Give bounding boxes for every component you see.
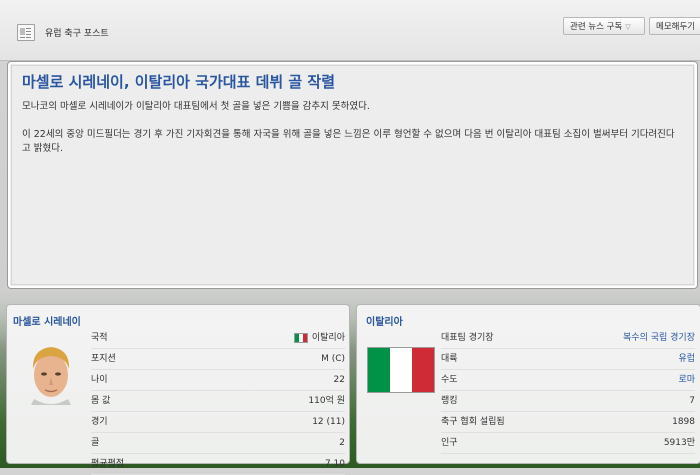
info-row: 국적 이탈리아 [91, 328, 345, 349]
info-value: 5913만 [664, 433, 695, 453]
player-info-list: 국적 이탈리아 포지션 M (C) 나이 22 몸 값 110억 원 경기 12 (11) 골 2 평균… [91, 328, 345, 475]
info-value: 이탈리아 [293, 328, 345, 348]
chevron-down-icon: ▽ [625, 23, 631, 31]
info-value-text: 복수의 국립 경기장 [623, 333, 695, 343]
info-label: 수도 [441, 375, 458, 385]
info-label: 포지션 [91, 354, 116, 364]
nation-name-link[interactable]: 이탈리아 [366, 313, 403, 328]
info-label: 평균평점 [91, 459, 125, 469]
info-value: 110억 원 [308, 391, 345, 411]
info-label: 대륙 [441, 354, 458, 364]
page-title: 유럽 축구 포스트 [45, 29, 109, 39]
related-news-label: 관련 뉴스 구독 [570, 22, 623, 32]
memo-button[interactable]: 메모해두기 [649, 17, 700, 35]
info-value-text: 12 (11) [312, 417, 345, 427]
info-value-text: 2 [339, 438, 345, 448]
info-row: 랭킹 7 [441, 391, 695, 412]
article-paragraph: 이 22세의 중앙 미드필더는 경기 후 가진 기자회견을 통해 자국을 위해 … [22, 129, 675, 154]
info-row: 골2 [91, 433, 345, 454]
info-value-text: 22 [333, 375, 345, 385]
info-value-text: 5913만 [663, 438, 695, 448]
info-value[interactable]: 유럽 [678, 349, 695, 369]
info-row: 대표팀 경기장 복수의 국립 경기장 [441, 328, 695, 349]
info-value: 1898 [672, 412, 695, 432]
info-value-text: M (C) [321, 354, 345, 364]
info-value-text: 110억 원 [308, 396, 345, 406]
info-label: 축구 협회 설립됨 [441, 417, 505, 427]
info-row: 수도 로마 [441, 370, 695, 391]
info-row: 축구 협회 설립됨 1898 [441, 412, 695, 433]
article-body: 마셀로 시레네이, 이탈리아 국가대표 데뷔 골 작렬 모나코의 마셀로 시레네… [11, 65, 694, 285]
info-row: 몸 값 110억 원 [91, 391, 345, 412]
player-name-link[interactable]: 마셀로 시레네이 [13, 313, 81, 328]
info-value: 22 [334, 370, 345, 390]
info-label: 경기 [91, 417, 108, 427]
related-news-button[interactable]: 관련 뉴스 구독 ▽ [563, 17, 645, 35]
info-value: 7 [689, 391, 695, 411]
header-bar: 유럽 축구 포스트 관련 뉴스 구독 ▽ 메모해두기 [0, 0, 700, 61]
info-label: 몸 값 [91, 396, 111, 406]
article-panel: 마셀로 시레네이, 이탈리아 국가대표 데뷔 골 작렬 모나코의 마셀로 시레네… [7, 61, 698, 289]
info-row: 인구 5913만 [441, 433, 695, 454]
info-value: 7.10 [325, 454, 345, 474]
info-row: 포지션 M (C) [91, 349, 345, 370]
italy-flag-icon [367, 347, 435, 393]
info-value: 2 [339, 433, 345, 453]
italy-flag-icon [293, 332, 308, 343]
info-value[interactable]: 복수의 국립 경기장 [623, 328, 695, 348]
info-label: 인구 [441, 438, 458, 448]
info-label: 나이 [91, 375, 108, 385]
info-value-text: 유럽 [678, 354, 695, 364]
nation-panel: 이탈리아 대표팀 경기장 복수의 국립 경기장대륙 유럽수도 로마랭킹 7 축구 협회 설… [356, 304, 700, 464]
info-value: 12 (11) [312, 412, 345, 432]
info-value-text: 1898 [672, 417, 695, 427]
info-row: 나이 22 [91, 370, 345, 391]
info-value-text: 로마 [678, 375, 695, 385]
info-label: 랭킹 [441, 396, 458, 406]
player-panel: 마셀로 시레네이 국적 이탈리아포지션 M (C) 나이 22 몸 값 110억 원경기 12… [6, 304, 350, 475]
info-label: 골 [91, 438, 100, 448]
nation-info-list: 대표팀 경기장 복수의 국립 경기장대륙 유럽수도 로마랭킹 7 축구 협회 설립됨 189… [441, 328, 695, 454]
info-value-text: 이탈리아 [311, 333, 345, 343]
info-row: 경기 12 (11) [91, 412, 345, 433]
article-paragraph: 모나코의 마셀로 시레네이가 이탈리아 대표팀에서 첫 골을 넣은 기쁨을 감추… [22, 101, 370, 112]
info-label: 국적 [91, 333, 108, 343]
info-row: 대륙 유럽 [441, 349, 695, 370]
info-value[interactable]: 로마 [678, 370, 695, 390]
info-row: 평균평점 7.10 [91, 454, 345, 475]
news-document-icon [17, 24, 35, 41]
info-value: M (C) [321, 349, 345, 369]
info-label: 대표팀 경기장 [441, 333, 494, 343]
info-value-text: 7 [689, 396, 695, 406]
article-headline: 마셀로 시레네이, 이탈리아 국가대표 데뷔 골 작렬 [22, 73, 336, 91]
player-avatar [31, 347, 71, 405]
